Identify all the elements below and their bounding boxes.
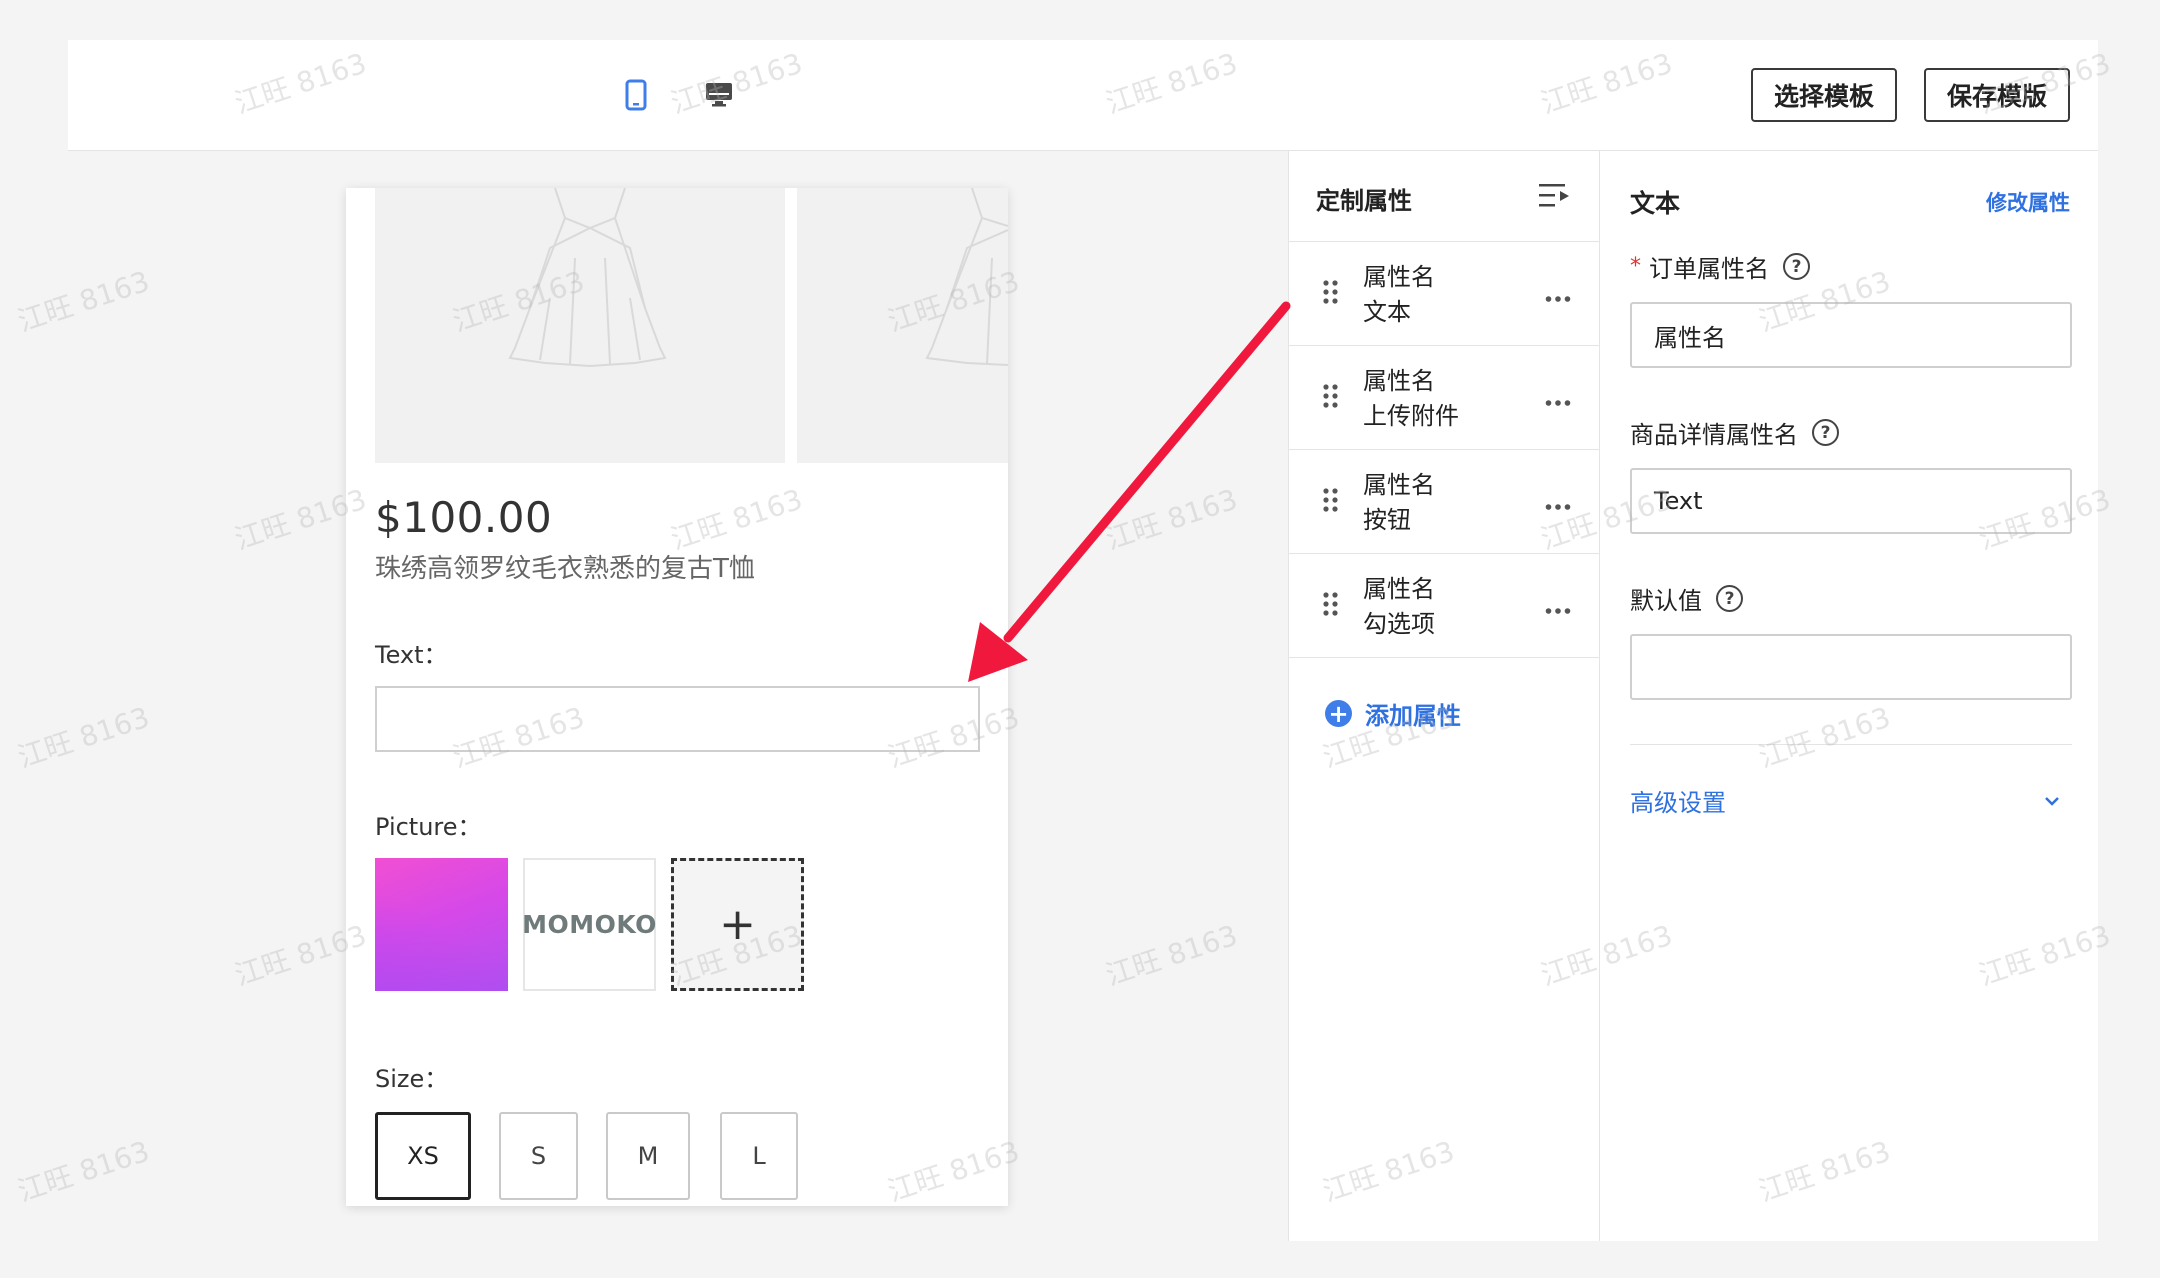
size-field-label: Size： <box>375 1065 449 1093</box>
detail-attribute-label: 商品详情属性名 ? <box>1630 415 1839 450</box>
required-mark: * <box>1630 254 1641 279</box>
collapse-menu-icon[interactable] <box>1539 182 1571 214</box>
plus-icon: + <box>719 898 756 950</box>
add-attribute-label: 添加属性 <box>1365 702 1461 730</box>
attribute-name: 属性名 <box>1363 575 1435 603</box>
add-picture-button[interactable]: + <box>671 858 804 991</box>
attribute-type: 按钮 <box>1363 506 1411 534</box>
more-options-icon[interactable] <box>1545 600 1571 619</box>
text-field-label: Text： <box>375 641 448 669</box>
advanced-settings-toggle[interactable]: 高级设置 <box>1630 783 2072 818</box>
attribute-name: 属性名 <box>1363 263 1435 291</box>
attribute-item-checkbox[interactable]: 属性名 勾选项 <box>1289 554 1600 658</box>
select-template-button[interactable]: 选择模板 <box>1751 68 1897 122</box>
product-preview: $100.00 珠绣高领罗纹毛衣熟悉的复古T恤 Text： Picture： M… <box>346 188 1008 1206</box>
drag-handle-icon[interactable] <box>1323 280 1339 308</box>
chevron-down-icon <box>2044 791 2060 810</box>
more-options-icon[interactable] <box>1545 288 1571 307</box>
add-circle-icon: + <box>1325 700 1352 727</box>
size-option-l[interactable]: L <box>720 1112 798 1200</box>
attribute-type: 文本 <box>1363 298 1411 326</box>
attribute-item-text[interactable]: 属性名 文本 <box>1289 242 1600 346</box>
property-editor-panel: 文本 修改属性 * 订单属性名 ? 属性名 商品详情属性名 ? Text 默认值… <box>1599 151 2098 1241</box>
more-options-icon[interactable] <box>1545 392 1571 411</box>
product-image-2 <box>797 188 1008 463</box>
top-toolbar: 选择模板 保存模版 <box>68 40 2098 151</box>
size-option-m[interactable]: M <box>606 1112 690 1200</box>
text-input[interactable] <box>375 686 980 752</box>
help-icon[interactable]: ? <box>1716 585 1743 612</box>
size-option-xs[interactable]: XS <box>375 1112 471 1200</box>
order-attribute-input[interactable]: 属性名 <box>1630 302 2072 368</box>
divider <box>1630 744 2072 745</box>
drag-handle-icon[interactable] <box>1323 488 1339 516</box>
drag-handle-icon[interactable] <box>1323 592 1339 620</box>
size-option-s[interactable]: S <box>499 1112 578 1200</box>
attribute-item-button[interactable]: 属性名 按钮 <box>1289 450 1600 554</box>
order-attribute-label: * 订单属性名 ? <box>1630 249 1810 284</box>
attribute-type: 上传附件 <box>1363 402 1459 430</box>
default-value-label: 默认值 ? <box>1630 581 1743 616</box>
help-icon[interactable]: ? <box>1812 419 1839 446</box>
attribute-name: 属性名 <box>1363 367 1435 395</box>
help-icon[interactable]: ? <box>1783 253 1810 280</box>
add-attribute-button[interactable]: + 添加属性 <box>1325 696 1461 731</box>
detail-attribute-input[interactable]: Text <box>1630 468 2072 534</box>
product-title: 珠绣高领罗纹毛衣熟悉的复古T恤 <box>375 554 755 584</box>
attribute-item-upload[interactable]: 属性名 上传附件 <box>1289 346 1600 450</box>
drag-handle-icon[interactable] <box>1323 384 1339 412</box>
product-image <box>375 188 785 463</box>
attributes-title: 定制属性 <box>1316 187 1412 215</box>
product-price: $100.00 <box>375 493 553 542</box>
picture-thumbnail-momoko[interactable]: MOMOKO <box>522 858 656 991</box>
more-options-icon[interactable] <box>1545 496 1571 515</box>
save-template-button[interactable]: 保存模版 <box>1924 68 2070 122</box>
picture-field-label: Picture： <box>375 813 482 841</box>
picture-thumbnail-gradient[interactable] <box>375 858 508 991</box>
attribute-name: 属性名 <box>1363 471 1435 499</box>
property-panel-title: 文本 <box>1630 189 1681 218</box>
mobile-device-icon[interactable] <box>621 75 651 115</box>
attribute-type: 勾选项 <box>1363 610 1435 638</box>
edit-attribute-link[interactable]: 修改属性 <box>1986 187 2070 217</box>
default-value-input[interactable] <box>1630 634 2072 700</box>
custom-attributes-panel: 定制属性 属性名 文本 属性名 上传附件 属性名 按钮 属性名 勾选项 + 添加… <box>1288 151 1600 1241</box>
desktop-monitor-icon[interactable] <box>702 77 736 111</box>
attributes-header: 定制属性 <box>1289 151 1600 242</box>
